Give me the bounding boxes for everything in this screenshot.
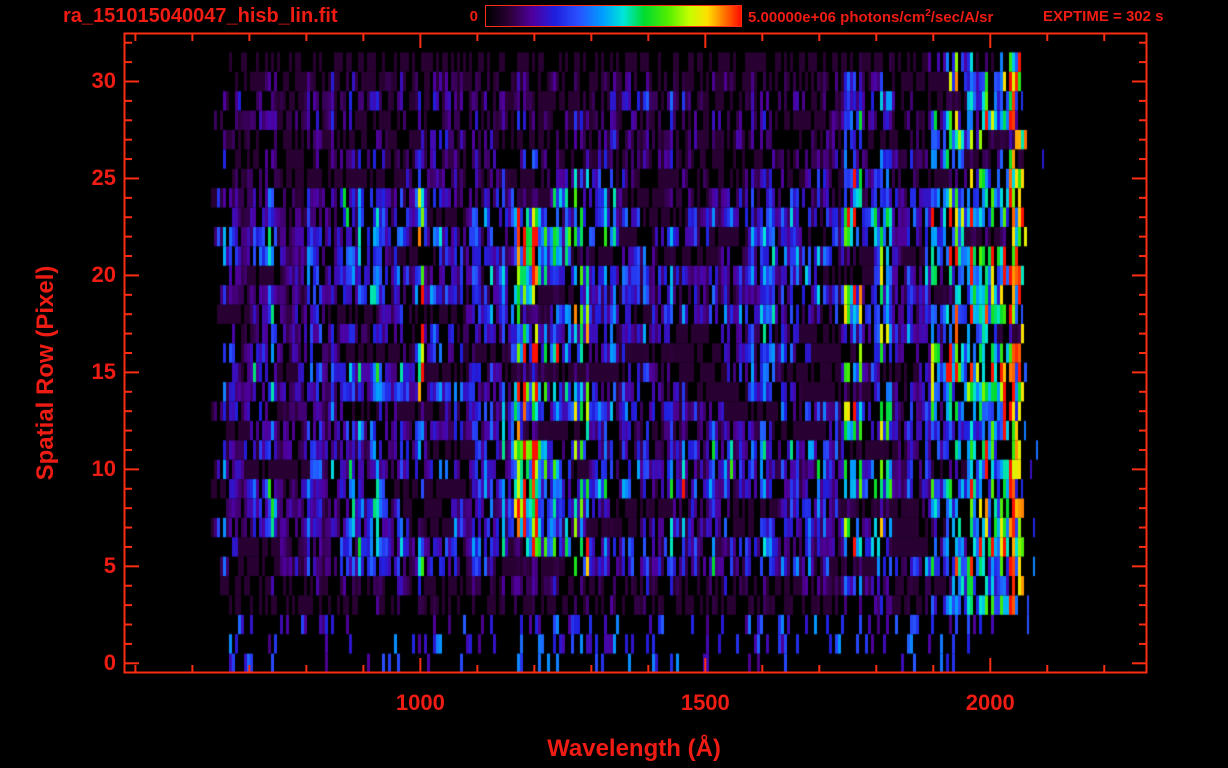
page-title: ra_151015040047_hisb_lin.fit [63,5,338,27]
colorbar-max-suffix: /sec/A/sr [930,9,994,26]
spectrogram-image [124,33,1147,673]
y-tick-label-0: 0 [103,650,116,676]
x-tick-label-1500: 1500 [680,690,730,715]
colorbar-min-label: 0 [469,8,478,25]
exptime-label: EXPTIME = 302 s [1043,8,1164,25]
x-axis-title: Wavelength (Å) [547,735,721,762]
x-tick-label-1000: 1000 [395,690,445,715]
colorbar-max-label: 5.00000e+06 photons/cm2/sec/A/sr [748,8,993,26]
colorbar-gradient [486,6,741,26]
idl-plot-window: ra_151015040047_hisb_lin.fit 0 5.00000e+… [0,0,1228,768]
x-tick-label-2000: 2000 [965,690,1015,715]
y-tick-label-5: 5 [103,553,116,579]
colorbar-max-prefix: 5.00000e+06 photons/cm [748,9,926,26]
y-tick-label-25: 25 [91,165,116,191]
y-tick-label-30: 30 [91,68,116,94]
y-axis-title: Spatial Row (Pixel) [32,265,59,481]
colorbar [485,5,742,27]
